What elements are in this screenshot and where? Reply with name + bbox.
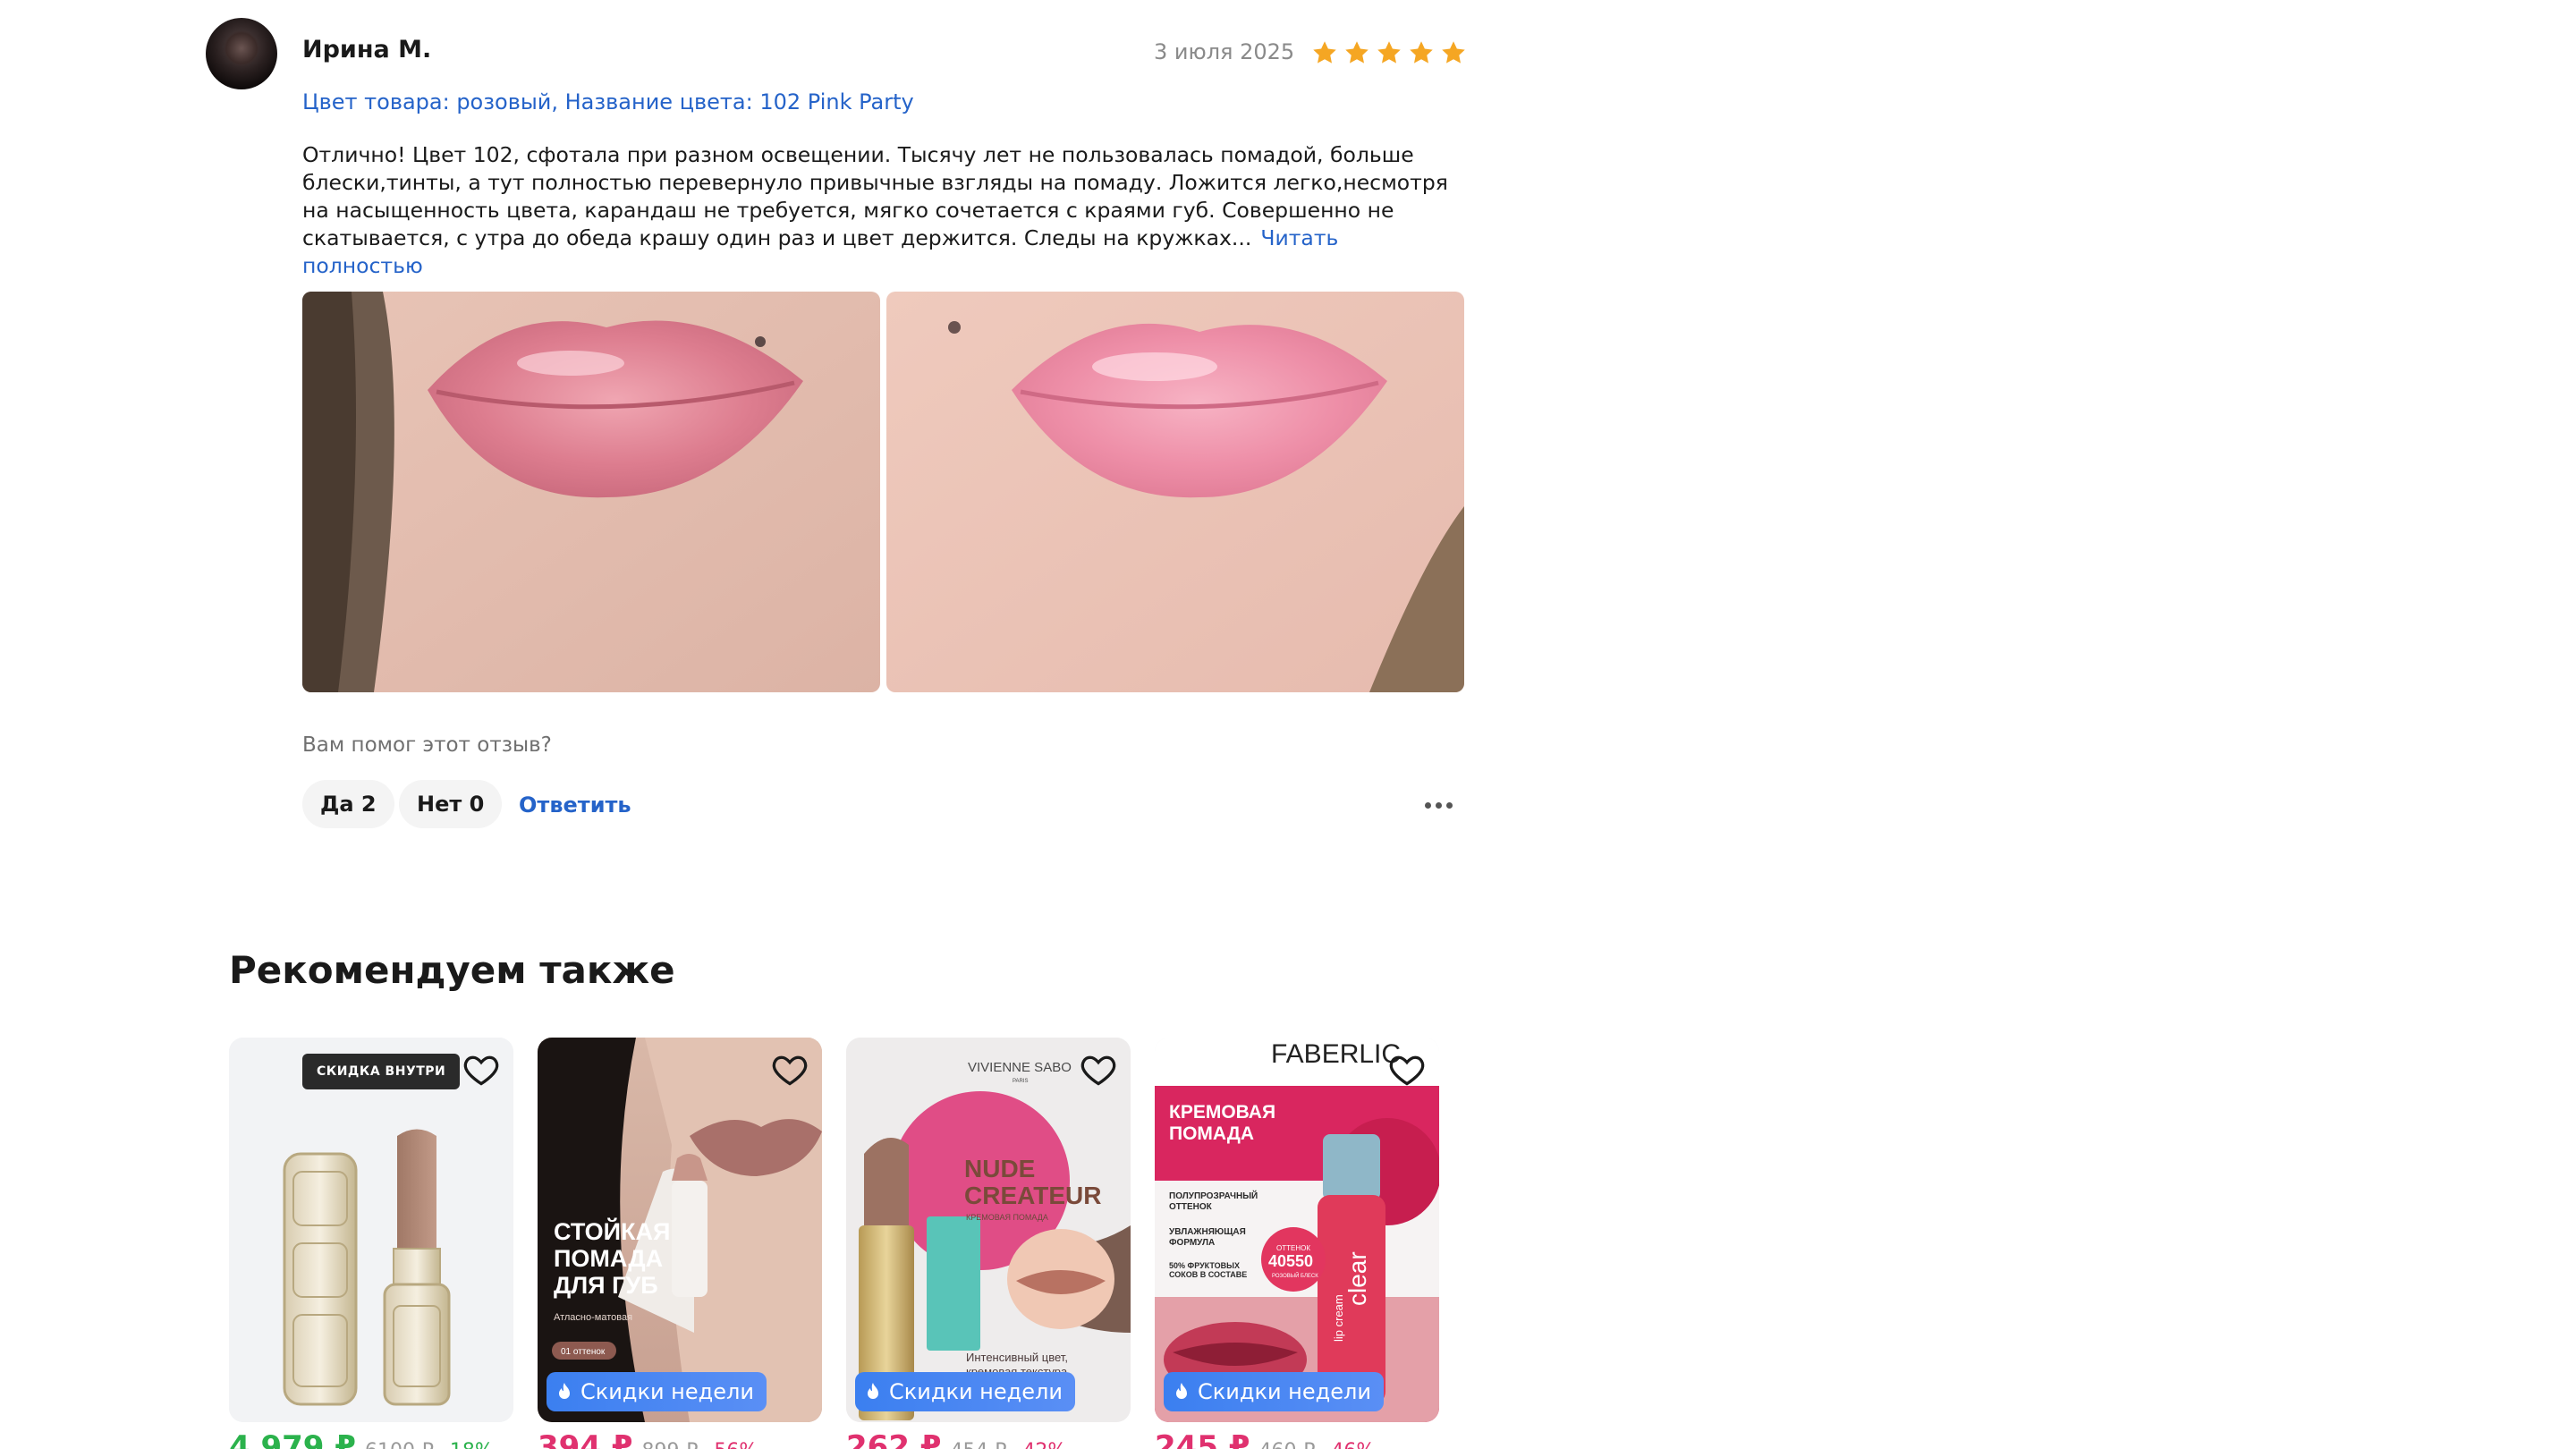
image-tag: 01 оттенок — [561, 1347, 606, 1357]
image-headline: ПОМАДА — [554, 1245, 663, 1272]
product-card[interactable]: FABERLIC КРЕМОВАЯ ПОМАДА ПОЛУПРОЗРАЧНЫЙ … — [1155, 1038, 1439, 1422]
tube-text: clear — [1343, 1251, 1371, 1306]
discount: -42% — [1015, 1440, 1066, 1449]
price-row: 245 ₽ 460 ₽ -46% — [1155, 1429, 1375, 1449]
review-text: Отлично! Цвет 102, сфотала при разном ос… — [302, 141, 1465, 280]
discount: -46% — [1324, 1440, 1375, 1449]
current-price: 394 ₽ — [538, 1429, 633, 1449]
shade-code: 40550 — [1268, 1252, 1313, 1270]
vote-yes-button[interactable]: Да 2 — [302, 780, 394, 828]
sale-badge: Скидки недели — [855, 1372, 1075, 1411]
price-row: 4 979 ₽ 6100 ₽ -18% — [229, 1429, 494, 1449]
old-price: 454 ₽ — [950, 1440, 1006, 1449]
sale-label: Скидки недели — [889, 1379, 1063, 1404]
avatar[interactable] — [206, 18, 277, 89]
promo-badge: СКИДКА ВНУТРИ — [302, 1054, 461, 1089]
feature-text: ПОЛУПРОЗРАЧНЫЙ — [1169, 1190, 1258, 1201]
review-page: Ирина М. 3 июля 2025 Цвет товара: розовы… — [0, 0, 2576, 1449]
feature-text: 50% ФРУКТОВЫХ — [1169, 1261, 1240, 1270]
star-icon — [1377, 41, 1401, 64]
helpful-question: Вам помог этот отзыв? — [302, 733, 552, 757]
feature-text: СОКОВ В СОСТАВЕ — [1169, 1270, 1247, 1279]
price-row: 394 ₽ 899 ₽ -56% — [538, 1429, 758, 1449]
more-options-icon[interactable] — [1420, 787, 1456, 823]
current-price: 262 ₽ — [846, 1429, 942, 1449]
review-photo[interactable] — [302, 292, 880, 692]
flame-icon — [559, 1383, 570, 1399]
favorite-heart-icon[interactable] — [770, 1050, 809, 1089]
product-image: FABERLIC КРЕМОВАЯ ПОМАДА ПОЛУПРОЗРАЧНЫЙ … — [1155, 1038, 1439, 1422]
review-photo[interactable] — [886, 292, 1464, 692]
image-headline: СТОЙКАЯ — [554, 1217, 670, 1245]
review-author[interactable]: Ирина М. — [302, 36, 431, 64]
image-headline: NUDE — [964, 1155, 1035, 1182]
old-price: 460 ₽ — [1258, 1440, 1315, 1449]
image-headline: ПОМАДА — [1169, 1123, 1254, 1144]
vote-no-button[interactable]: Нет 0 — [399, 780, 503, 828]
reply-button[interactable]: Ответить — [519, 792, 631, 818]
image-subtext: КРЕМОВАЯ ПОМАДА — [966, 1213, 1048, 1222]
star-icon — [1442, 41, 1465, 64]
tube-subtext: lip cream — [1332, 1294, 1345, 1342]
product-card[interactable]: СТОЙКАЯ ПОМАДА ДЛЯ ГУБ Атласно-матовая 0… — [538, 1038, 822, 1422]
shade-name: РОЗОВЫЙ БЛЕСК — [1272, 1272, 1318, 1279]
discount: -18% — [443, 1440, 494, 1449]
star-icon — [1410, 41, 1433, 64]
old-price: 6100 ₽ — [365, 1440, 434, 1449]
rating-stars — [1311, 39, 1467, 66]
sale-badge: Скидки недели — [547, 1372, 767, 1411]
favorite-heart-icon[interactable] — [1079, 1050, 1118, 1089]
product-image: VIVIENNE SABO PARIS NUDE CREATEUR КРЕМОВ… — [846, 1038, 1131, 1422]
brand-name: FABERLIC — [1271, 1039, 1401, 1069]
product-variant[interactable]: Цвет товара: розовый, Название цвета: 10… — [302, 89, 914, 114]
image-subtext: Атласно-матовая — [554, 1312, 632, 1323]
old-price: 899 ₽ — [641, 1440, 698, 1449]
favorite-heart-icon[interactable] — [1387, 1050, 1427, 1089]
feature-text: УВЛАЖНЯЮЩАЯ — [1169, 1227, 1246, 1237]
current-price: 4 979 ₽ — [229, 1429, 356, 1449]
feature-text: ФОРМУЛА — [1169, 1238, 1215, 1248]
review-date: 3 июля 2025 — [1154, 39, 1295, 64]
favorite-heart-icon[interactable] — [462, 1050, 501, 1089]
product-card[interactable]: VIVIENNE SABO PARIS NUDE CREATEUR КРЕМОВ… — [846, 1038, 1131, 1422]
flame-icon — [868, 1383, 878, 1399]
current-price: 245 ₽ — [1155, 1429, 1250, 1449]
flame-icon — [1176, 1383, 1187, 1399]
image-headline: CREATEUR — [964, 1182, 1101, 1209]
image-caption: Интенсивный цвет, — [966, 1351, 1068, 1364]
section-title: Рекомендуем также — [229, 948, 675, 992]
price-row: 262 ₽ 454 ₽ -42% — [846, 1429, 1066, 1449]
image-headline: ДЛЯ ГУБ — [554, 1272, 658, 1299]
discount: -56% — [707, 1440, 758, 1449]
brand-sub: PARIS — [1013, 1079, 1029, 1084]
product-card[interactable]: СКИДКА ВНУТРИ — [229, 1038, 513, 1422]
star-icon — [1313, 41, 1336, 64]
product-image: СТОЙКАЯ ПОМАДА ДЛЯ ГУБ Атласно-матовая 0… — [538, 1038, 822, 1422]
sale-label: Скидки недели — [1198, 1379, 1371, 1404]
sale-badge: Скидки недели — [1164, 1372, 1384, 1411]
image-headline: КРЕМОВАЯ — [1169, 1102, 1275, 1123]
shade-label: ОТТЕНОК — [1276, 1244, 1310, 1252]
feature-text: ОТТЕНОК — [1169, 1202, 1213, 1212]
sale-label: Скидки недели — [580, 1379, 754, 1404]
product-image — [229, 1038, 513, 1422]
brand-name: VIVIENNE SABO — [968, 1060, 1072, 1075]
star-icon — [1345, 41, 1368, 64]
